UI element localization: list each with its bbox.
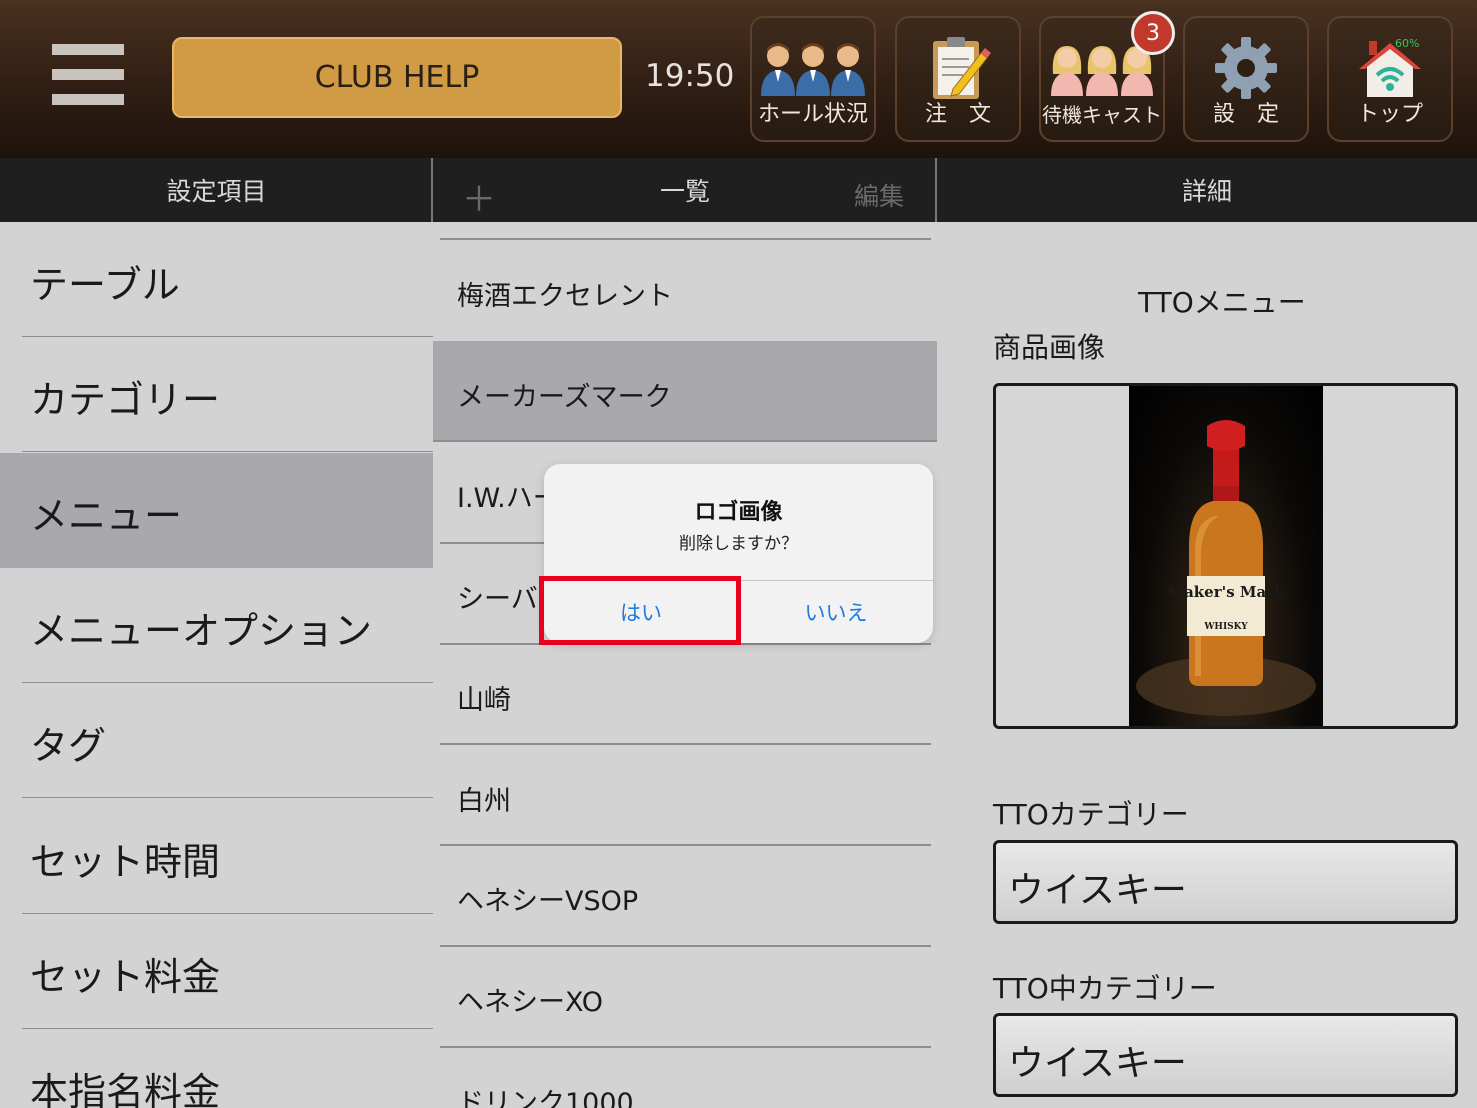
nav-settings-button[interactable]: 設 定 — [1183, 16, 1309, 142]
battery-level-text: 60% — [1395, 37, 1419, 50]
product-image[interactable]: Maker's Mark WHISKY — [993, 383, 1458, 729]
settings-item-label: テーブル — [30, 263, 180, 307]
nav-order-label: 注 文 — [924, 102, 991, 127]
column-divider — [431, 158, 433, 222]
dialog-title: ロゴ画像 — [694, 500, 783, 525]
column-header-bar: 設定項目 一覧 詳細 — [0, 158, 1477, 222]
dialog-message: 削除しますか？ — [679, 534, 798, 554]
settings-item-set-price[interactable]: セット料金 — [0, 914, 433, 1029]
list-item-selected[interactable]: メーカーズマーク — [433, 341, 937, 441]
product-image-label: 商品画像 — [993, 331, 1106, 364]
settings-item-table[interactable]: テーブル — [0, 222, 433, 337]
club-help-button[interactable]: CLUB HELP — [172, 37, 622, 118]
list-item[interactable]: ヘネシーXO — [433, 946, 937, 1046]
nav-top-label: トップ — [1356, 102, 1423, 127]
product-type-text: WHISKY — [1203, 622, 1248, 632]
settings-item-menu[interactable]: メニュー — [0, 453, 433, 568]
list-item-label: 梅酒エクセレント — [457, 281, 673, 312]
list-divider — [440, 238, 931, 240]
settings-item-label: 本指名料金 — [30, 1070, 221, 1108]
tto-category-value: ウイスキー — [1008, 870, 1187, 911]
settings-item-label: メニューオプション — [30, 609, 373, 653]
tto-subcategory-value: ウイスキー — [1008, 1043, 1187, 1084]
list-item-label: ヘネシーVSOP — [457, 886, 639, 917]
tto-category-field[interactable]: ウイスキー — [993, 840, 1458, 924]
list-item-label: ヘネシーXO — [457, 987, 604, 1018]
list-item-label: 山崎 — [457, 685, 511, 716]
tto-subcategory-field[interactable]: ウイスキー — [993, 1013, 1458, 1097]
product-photo: Maker's Mark WHISKY — [1129, 386, 1323, 726]
detail-column-title: 詳細 — [1181, 177, 1232, 206]
list-item-label: メーカーズマーク — [457, 382, 672, 413]
list-item[interactable]: 山崎 — [433, 644, 937, 744]
waiting-cast-count-badge: 3 — [1131, 11, 1175, 55]
settings-item-set-time[interactable]: セット時間 — [0, 799, 433, 914]
settings-item-label: セット時間 — [30, 840, 221, 884]
product-brand-text: Maker's Mark — [1167, 583, 1285, 601]
list-divider — [440, 945, 931, 947]
list-item[interactable]: 白州 — [433, 745, 937, 845]
list-divider — [440, 844, 931, 846]
tto-category-label: TTOカテゴリー — [993, 798, 1189, 831]
nav-settings-label: 設 定 — [1212, 102, 1279, 127]
top-bar: CLUB HELP 19:50 ホール状況 注 文 待機キャスト 3 設 定 6… — [0, 0, 1477, 158]
nav-hall-status-label: ホール状況 — [757, 102, 868, 127]
settings-item-label: カテゴリー — [30, 378, 221, 422]
settings-item-label: メニュー — [30, 494, 183, 538]
settings-item-label: タグ — [30, 724, 107, 768]
list-item[interactable]: ドリンク1000 — [433, 1047, 937, 1108]
settings-item-category[interactable]: カテゴリー — [0, 337, 433, 452]
column-divider — [935, 158, 937, 222]
settings-list: テーブル カテゴリー メニュー メニューオプション タグ セット時間 セット料金… — [0, 222, 433, 1108]
yes-button-highlight-box — [539, 576, 741, 645]
add-item-button[interactable]: ＋ — [462, 172, 496, 221]
hamburger-menu-icon[interactable] — [52, 44, 126, 108]
nav-hall-status-button[interactable]: ホール状況 — [750, 16, 876, 142]
list-item[interactable]: ヘネシーVSOP — [433, 845, 937, 945]
nav-top-button[interactable]: 60% トップ — [1327, 16, 1453, 142]
dialog-no-button[interactable]: いいえ — [739, 580, 933, 643]
detail-title: TTOメニュー — [1138, 286, 1306, 319]
settings-item-menu-option[interactable]: メニューオプション — [0, 568, 433, 683]
list-item[interactable]: 梅酒エクセレント — [433, 240, 937, 340]
nav-waiting-cast-label: 待機キャスト — [1042, 103, 1162, 127]
list-divider — [433, 440, 937, 442]
list-divider — [440, 1046, 931, 1048]
edit-list-button[interactable]: 編集 — [854, 177, 904, 213]
list-item-label: 白州 — [457, 786, 511, 817]
tto-subcategory-label: TTO中カテゴリー — [993, 972, 1217, 1005]
settings-item-label: セット料金 — [30, 955, 221, 999]
settings-column-title: 設定項目 — [166, 177, 267, 206]
settings-item-nomination-fee[interactable]: 本指名料金 — [0, 1029, 433, 1108]
list-item-label: ドリンク1000 — [457, 1088, 634, 1108]
menu-list: 梅酒エクセレント メーカーズマーク I.W.ハーパー シーバスリーガル 山崎 白… — [433, 222, 937, 1108]
settings-item-tag[interactable]: タグ — [0, 683, 433, 798]
list-divider — [440, 743, 931, 745]
nav-order-button[interactable]: 注 文 — [895, 16, 1021, 142]
clock-time: 19:50 — [645, 58, 735, 94]
